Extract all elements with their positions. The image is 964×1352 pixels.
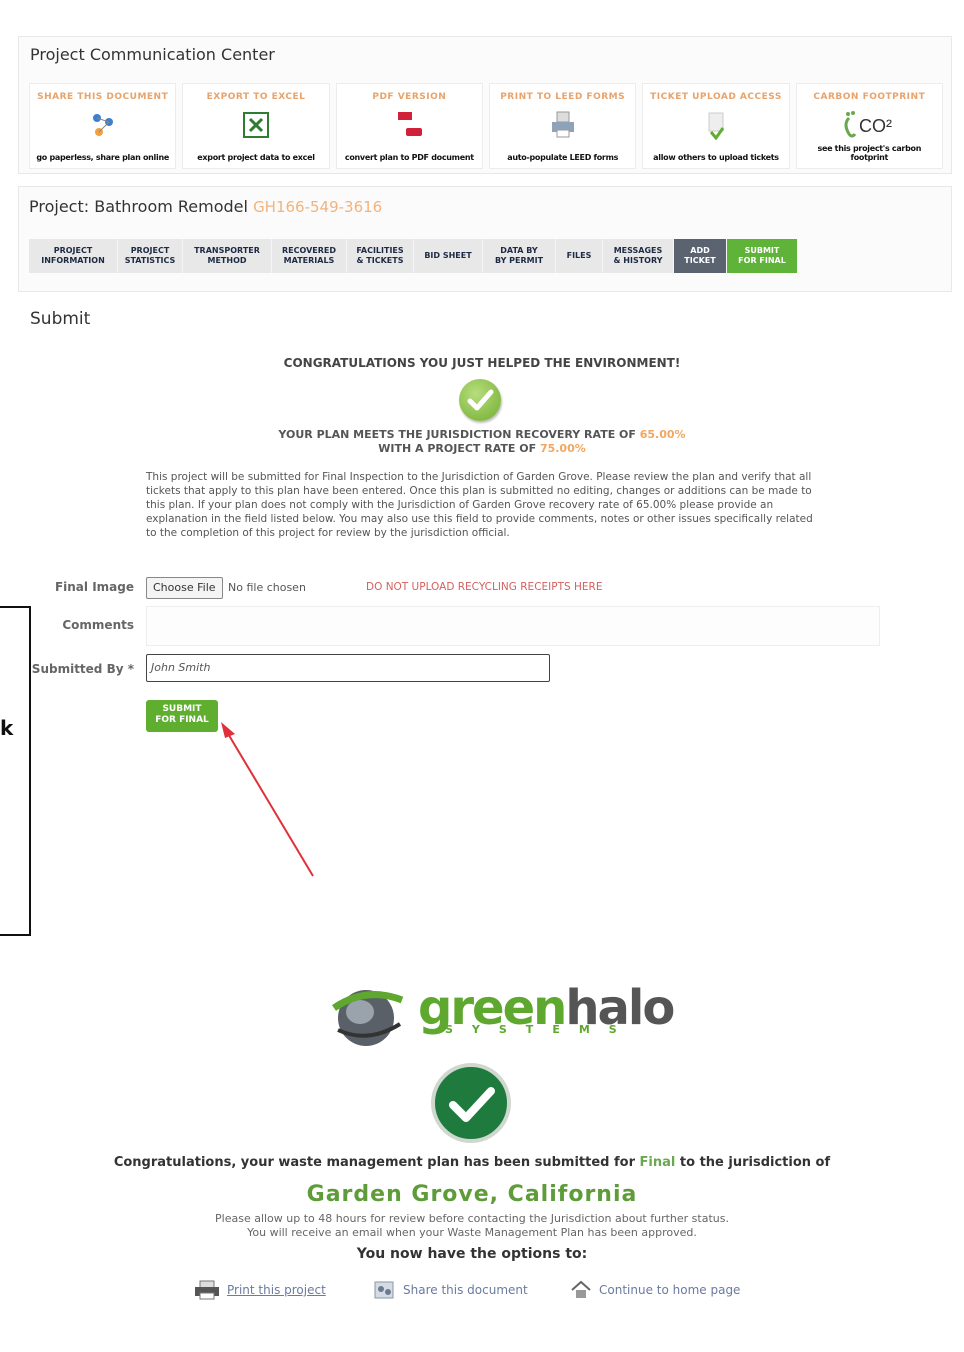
tab-files[interactable]: FILES bbox=[556, 239, 603, 273]
svg-text:CO²: CO² bbox=[859, 116, 892, 136]
project-label: Project: bbox=[29, 197, 90, 216]
recovery-rate: YOUR PLAN MEETS THE JURISDICTION RECOVER… bbox=[278, 428, 686, 455]
logo-subtitle: SYSTEMS bbox=[445, 1023, 636, 1036]
project-id: GH166-549-3616 bbox=[253, 198, 383, 216]
jurisdiction-rate: 65.00% bbox=[639, 428, 686, 441]
project-title: Project: Bathroom Remodel GH166-549-3616 bbox=[29, 197, 382, 216]
success-checkmark-icon bbox=[431, 1063, 511, 1143]
tool-title: SHARE THIS DOCUMENT bbox=[37, 92, 169, 102]
home-icon bbox=[571, 1280, 591, 1298]
options-heading: You now have the options to: bbox=[356, 1246, 588, 1262]
submit-instructions: This project will be submitted for Final… bbox=[146, 471, 813, 539]
side-callout-box bbox=[0, 606, 31, 936]
submission-message: Congratulations, your waste management p… bbox=[113, 1155, 831, 1170]
tool-description: allow others to upload tickets bbox=[653, 153, 779, 162]
annotation-arrow bbox=[221, 722, 314, 877]
tab-submit-for-final[interactable]: SUBMIT FOR FINAL bbox=[727, 239, 798, 273]
greenhalo-globe-icon bbox=[332, 990, 404, 1046]
communication-center-panel: Project Communication Center SHARE THIS … bbox=[18, 36, 952, 174]
submit-for-final-button[interactable]: SUBMIT FOR FINAL bbox=[146, 700, 218, 732]
tab-transporter-method[interactable]: TRANSPORTER METHOD bbox=[183, 239, 272, 273]
home-page-label: Continue to home page bbox=[599, 1283, 741, 1297]
print-project-link[interactable]: Print this project bbox=[193, 1280, 326, 1300]
submitted-by-label: Submitted By * bbox=[31, 662, 134, 676]
tool-description: auto-populate LEED forms bbox=[507, 153, 619, 162]
project-rate: 75.00% bbox=[539, 442, 586, 455]
tab-facilities-tickets[interactable]: FACILITIES & TICKETS bbox=[347, 239, 414, 273]
share-document-link[interactable]: Share this document bbox=[373, 1280, 528, 1300]
side-callout-letter: k bbox=[0, 716, 14, 740]
print-project-label: Print this project bbox=[227, 1283, 326, 1297]
upload-icon bbox=[699, 108, 733, 142]
export-excel-tool[interactable]: EXPORT TO EXCEL export project data to e… bbox=[182, 83, 330, 169]
pdf-version-tool[interactable]: PDF VERSION convert plan to PDF document bbox=[335, 83, 483, 169]
share-document-tool[interactable]: SHARE THIS DOCUMENT go paperless, share … bbox=[29, 83, 177, 169]
tool-title: PDF VERSION bbox=[372, 92, 447, 102]
tool-description: convert plan to PDF document bbox=[344, 153, 474, 162]
tab-bid-sheet[interactable]: BID SHEET bbox=[414, 239, 483, 273]
tool-description: go paperless, share plan online bbox=[36, 153, 169, 162]
project-name: Bathroom Remodel bbox=[94, 197, 248, 216]
tab-add-ticket[interactable]: ADD TICKET bbox=[674, 239, 727, 273]
leed-forms-tool[interactable]: PRINT TO LEED FORMS auto-populate LEED f… bbox=[488, 83, 637, 169]
comments-textarea[interactable] bbox=[146, 606, 880, 646]
checkmark-icon bbox=[459, 379, 501, 421]
tool-title: CARBON FOOTPRINT bbox=[813, 92, 926, 102]
final-image-label: Final Image bbox=[54, 580, 134, 594]
printer-icon bbox=[195, 1280, 219, 1300]
upload-warning: DO NOT UPLOAD RECYCLING RECEIPTS HERE bbox=[366, 581, 603, 593]
tab-project-statistics[interactable]: PROJECT STATISTICS bbox=[118, 239, 183, 273]
environment-congrats: CONGRATULATIONS YOU JUST HELPED THE ENVI… bbox=[283, 356, 681, 370]
jurisdiction-city: Garden Grove, California bbox=[306, 1182, 638, 1207]
ticket-upload-tool[interactable]: TICKET UPLOAD ACCESS allow others to upl… bbox=[642, 83, 790, 169]
no-file-text: No file chosen bbox=[228, 581, 306, 594]
print-icon bbox=[546, 108, 580, 142]
carbon-footprint-tool[interactable]: CARBON FOOTPRINT CO² see this project's … bbox=[795, 83, 943, 169]
project-tabs: PROJECT INFORMATION PROJECT STATISTICS TRA… bbox=[29, 239, 798, 273]
tool-title: EXPORT TO EXCEL bbox=[206, 92, 306, 102]
submitted-by-input[interactable]: John Smith bbox=[146, 654, 550, 682]
review-note: Please allow up to 48 hours for review b… bbox=[215, 1212, 729, 1239]
share-icon bbox=[374, 1281, 394, 1299]
tab-data-by-permit[interactable]: DATA BY BY PERMIT bbox=[483, 239, 556, 273]
tab-recovered-materials[interactable]: RECOVERED MATERIALS bbox=[272, 239, 347, 273]
share-icon bbox=[86, 108, 120, 142]
choose-file-button[interactable]: Choose File bbox=[146, 577, 223, 599]
home-page-link[interactable]: Continue to home page bbox=[569, 1280, 740, 1300]
tool-title: PRINT TO LEED FORMS bbox=[500, 92, 626, 102]
tool-description: export project data to excel bbox=[197, 153, 315, 162]
tool-title: TICKET UPLOAD ACCESS bbox=[650, 92, 782, 102]
excel-icon bbox=[239, 108, 273, 142]
communication-center-title: Project Communication Center bbox=[30, 45, 275, 64]
submit-heading: Submit bbox=[30, 309, 91, 329]
tab-messages-history[interactable]: MESSAGES & HISTORY bbox=[603, 239, 674, 273]
share-document-label: Share this document bbox=[403, 1283, 528, 1297]
tool-description: see this project's carbon footprint bbox=[817, 144, 922, 162]
co2-icon: CO² bbox=[839, 108, 899, 142]
pdf-icon bbox=[392, 108, 426, 142]
comments-label: Comments bbox=[62, 618, 134, 632]
project-panel: Project: Bathroom Remodel GH166-549-3616… bbox=[18, 186, 952, 292]
tab-project-information[interactable]: PROJECT INFORMATION bbox=[29, 239, 118, 273]
